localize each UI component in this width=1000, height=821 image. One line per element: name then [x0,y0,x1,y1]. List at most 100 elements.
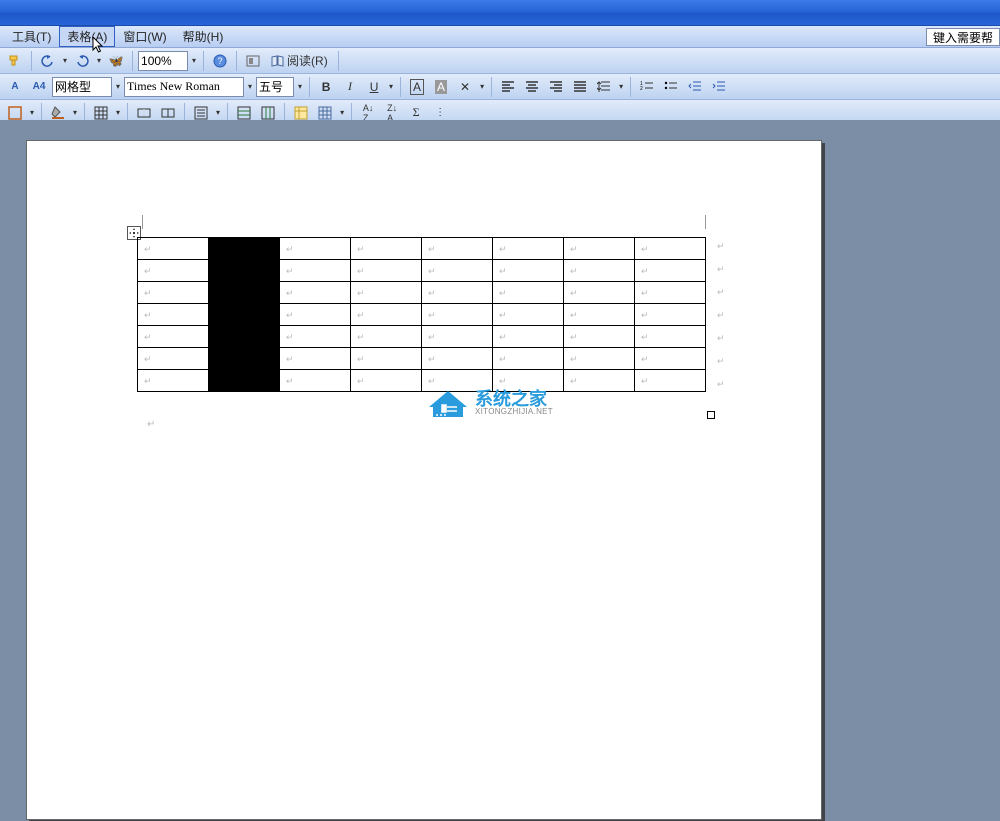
table-cell[interactable]: ↵ [138,348,209,370]
table-cell[interactable]: ↵ [564,370,635,392]
table-cell[interactable]: ↵ [422,348,493,370]
table-cell[interactable]: ↵ [493,326,564,348]
table-cell[interactable]: ↵ [280,348,351,370]
table-cell[interactable]: ↵ [280,238,351,260]
table-cell[interactable]: ↵ [635,260,706,282]
table-cell[interactable] [209,326,280,348]
table-cell[interactable]: ↵ [422,326,493,348]
document-page[interactable]: ↵↵↵↵↵↵↵↵↵↵↵↵↵↵↵↵↵↵↵↵↵↵↵↵↵↵↵↵↵↵↵↵↵↵↵↵↵↵↵↵… [26,140,822,820]
table-cell[interactable]: ↵ [493,282,564,304]
bold-button[interactable]: B [315,76,337,98]
size-select[interactable] [256,77,294,97]
table-row[interactable]: ↵↵↵↵↵↵↵ [138,370,706,392]
char-tool[interactable]: A4 [28,76,50,98]
menu-table[interactable]: 表格(A) [59,26,115,47]
char-scaling-dropdown[interactable]: ▾ [478,82,486,91]
zoom-input[interactable] [138,51,188,71]
table-cell[interactable]: ↵ [493,348,564,370]
table-cell[interactable]: ↵ [351,326,422,348]
underline-button[interactable]: U [363,76,385,98]
shading-dropdown[interactable]: ▾ [71,108,79,117]
table-cell[interactable]: ↵ [564,348,635,370]
help-button[interactable]: ? [209,50,231,72]
read-button[interactable]: 阅读(R) [266,50,333,72]
italic-button[interactable]: I [339,76,361,98]
table-cell[interactable]: ↵ [564,282,635,304]
format-painter-button[interactable] [4,50,26,72]
table-cell[interactable] [209,282,280,304]
align-center-button[interactable] [521,76,543,98]
table-cell[interactable]: ↵ [635,304,706,326]
table-cell[interactable]: ↵ [564,326,635,348]
table-cell[interactable]: ↵ [351,238,422,260]
insert-table-dropdown[interactable]: ▾ [114,108,122,117]
redo-button[interactable] [71,50,93,72]
table-cell[interactable]: ↵ [422,282,493,304]
menu-window[interactable]: 窗口(W) [115,26,174,47]
style-select[interactable] [52,77,112,97]
style-az-button[interactable]: A [4,76,26,98]
table-cell[interactable]: ↵ [564,304,635,326]
table-cell[interactable]: ↵ [493,304,564,326]
table-cell[interactable]: ↵ [280,260,351,282]
table-cell[interactable]: ↵ [635,238,706,260]
menu-help[interactable]: 帮助(H) [175,26,232,47]
align-cell-dropdown[interactable]: ▾ [214,108,222,117]
table-cell[interactable] [209,238,280,260]
table-cell[interactable]: ↵ [138,304,209,326]
table-cell[interactable]: ↵ [635,282,706,304]
align-justify-button[interactable] [569,76,591,98]
indent-button[interactable] [708,76,730,98]
table-cell[interactable]: ↵ [635,370,706,392]
numbering-button[interactable]: 12 [636,76,658,98]
table-cell[interactable]: ↵ [280,282,351,304]
outdent-button[interactable] [684,76,706,98]
table-cell[interactable]: ↵ [351,348,422,370]
undo-dropdown[interactable]: ▾ [61,56,69,65]
table-cell[interactable]: ↵ [422,260,493,282]
table-cell[interactable]: ↵ [138,260,209,282]
line-spacing-button[interactable] [593,76,615,98]
align-left-button[interactable] [497,76,519,98]
annotations-button[interactable]: 🦋 [105,50,127,72]
size-dropdown[interactable]: ▾ [296,82,304,91]
table-cell[interactable]: ↵ [422,304,493,326]
align-right-button[interactable] [545,76,567,98]
table-cell[interactable]: ↵ [564,260,635,282]
table-cell[interactable]: ↵ [564,238,635,260]
char-scaling-button[interactable]: ✕ [454,76,476,98]
table-cell[interactable] [209,260,280,282]
table-cell[interactable] [209,370,280,392]
line-spacing-dropdown[interactable]: ▾ [617,82,625,91]
draw-table-dropdown[interactable]: ▾ [28,108,36,117]
table-row[interactable]: ↵↵↵↵↵↵↵ [138,282,706,304]
document-table[interactable]: ↵↵↵↵↵↵↵↵↵↵↵↵↵↵↵↵↵↵↵↵↵↵↵↵↵↵↵↵↵↵↵↵↵↵↵↵↵↵↵↵… [137,237,706,392]
char-shading-button[interactable]: A [430,76,452,98]
table-row[interactable]: ↵↵↵↵↵↵↵ [138,260,706,282]
undo-button[interactable] [37,50,59,72]
bullets-button[interactable] [660,76,682,98]
table-cell[interactable] [209,348,280,370]
table-cell[interactable]: ↵ [138,238,209,260]
table-cell[interactable]: ↵ [351,260,422,282]
table-cell[interactable]: ↵ [280,326,351,348]
table-row[interactable]: ↵↵↵↵↵↵↵ [138,304,706,326]
menu-tools[interactable]: 工具(T) [4,26,59,47]
table-cell[interactable]: ↵ [138,282,209,304]
table-cell[interactable]: ↵ [635,348,706,370]
table-resize-handle[interactable] [707,411,715,419]
table-cell[interactable]: ↵ [280,370,351,392]
table-cell[interactable]: ↵ [351,370,422,392]
redo-dropdown[interactable]: ▾ [95,56,103,65]
table-cell[interactable]: ↵ [280,304,351,326]
table-cell[interactable]: ↵ [493,238,564,260]
char-border-button[interactable]: A [406,76,428,98]
table-cell[interactable] [209,304,280,326]
font-select[interactable] [124,77,244,97]
table-cell[interactable]: ↵ [493,260,564,282]
table-cell[interactable]: ↵ [138,326,209,348]
style-dropdown[interactable]: ▾ [114,82,122,91]
zoom-dropdown[interactable]: ▾ [190,56,198,65]
type-question-box[interactable]: 键入需要帮 [926,28,1000,46]
table-cell[interactable]: ↵ [351,304,422,326]
